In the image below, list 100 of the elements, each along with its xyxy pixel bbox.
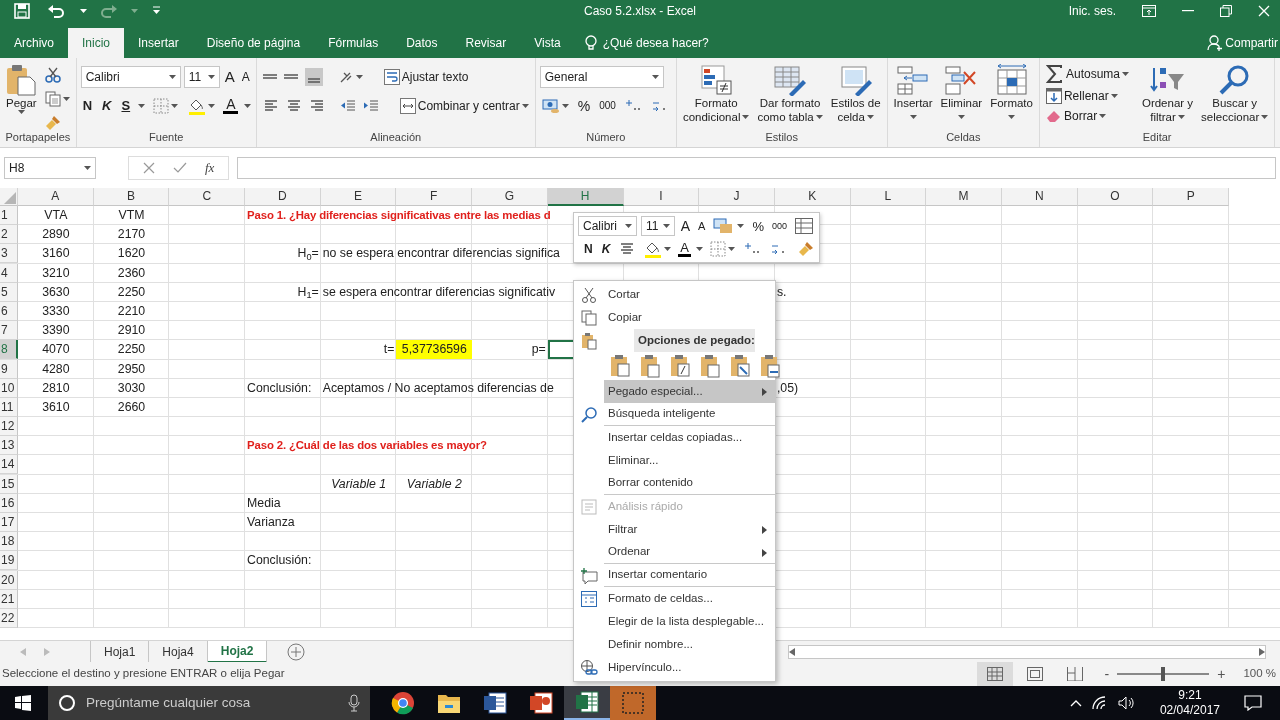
percent-button[interactable]: % [575,97,593,114]
taskbar-search-field[interactable]: Pregúntame cualquier cosa [48,686,370,720]
paste-button[interactable]: Pegar [4,62,39,130]
formula-field[interactable] [237,157,1276,179]
horizontal-scrollbar[interactable] [788,644,1266,659]
menu-item[interactable]: Formato de celdas... [604,587,775,610]
row-header[interactable]: 8 [0,340,18,360]
bold-button[interactable]: N [582,242,595,256]
column-header[interactable]: K [774,188,851,206]
thousands-button[interactable]: 000 [769,220,789,232]
column-header[interactable]: A [18,188,94,206]
find-select-button[interactable]: Buscar y seleccionar [1199,62,1271,130]
ribbon-tab[interactable]: Inicio [68,28,125,58]
row-header[interactable]: 3 [0,244,18,264]
sheet-tab[interactable]: Hoja2 [207,640,268,663]
borders-button[interactable] [151,96,181,115]
paste-option-button[interactable] [608,354,632,378]
row-header[interactable]: 15 [0,474,18,494]
column-header[interactable]: B [93,188,170,206]
normal-view-button[interactable] [976,662,1013,686]
row-header[interactable]: 19 [0,551,18,571]
align-top-button[interactable] [260,73,279,80]
undo-button[interactable] [46,3,66,19]
add-sheet-button[interactable] [285,641,308,662]
borders-button[interactable] [708,240,737,258]
ribbon-tab[interactable]: Datos [392,28,452,58]
menu-item[interactable]: Ordenar [604,541,775,564]
menu-item[interactable]: Definir nombre... [604,633,775,656]
row-header[interactable]: 1 [0,206,18,225]
row-header[interactable]: 12 [0,417,18,437]
column-header[interactable]: N [1001,188,1078,206]
column-header[interactable]: L [850,188,927,206]
slider-thumb[interactable] [1161,667,1166,681]
menu-item[interactable]: Insertar comentario [604,564,775,587]
column-header[interactable]: I [623,188,700,206]
underline-button[interactable]: S [119,98,133,113]
row-header[interactable]: 17 [0,513,18,532]
ribbon-tab[interactable]: Revisar [451,28,521,58]
menu-item[interactable]: Borrar contenido [604,472,775,495]
table-button[interactable] [793,217,815,235]
clear-button[interactable]: Borrar [1043,108,1136,124]
sort-filter-button[interactable]: Ordenar y filtrar [1139,62,1196,130]
tell-me-field[interactable]: ¿Qué desea hacer? [574,28,719,58]
autosum-button[interactable]: Autosuma [1043,64,1136,84]
ribbon-tab[interactable]: Archivo [0,28,68,58]
font-size-select[interactable]: 11 [183,65,220,88]
align-middle-button[interactable] [281,73,300,80]
column-header[interactable]: G [472,188,548,206]
format-button[interactable]: Formato [988,62,1035,130]
table-button[interactable]: Dar formato como tabla [755,62,825,130]
row-header[interactable]: 2 [0,225,18,245]
grow-font-button[interactable]: A [678,218,693,234]
italic-button[interactable]: K [599,242,613,256]
save-button[interactable] [12,2,32,20]
column-header[interactable]: C [169,188,246,206]
number-format-select[interactable]: General [539,65,664,88]
taskbar-app-button[interactable] [564,686,610,720]
column-header[interactable]: E [320,188,397,206]
zoom-in-button[interactable]: + [1215,666,1228,682]
font-color-button[interactable]: A [678,241,691,257]
share-button[interactable]: Compartir [1205,28,1280,58]
row-header[interactable]: 18 [0,532,18,552]
menu-item[interactable]: Pegado especial... [604,380,775,403]
paste-option-button[interactable] [698,354,722,378]
row-header[interactable]: 9 [0,359,18,379]
paste-option-button[interactable] [668,354,692,378]
menu-item[interactable]: Filtrar [604,518,775,541]
menu-item[interactable]: Elegir de la lista desplegable... [604,610,775,633]
menu-item[interactable]: Búsqueda inteligente [604,403,775,426]
cellstyle-button[interactable]: Estilos de celda [828,62,883,130]
column-header[interactable]: F [396,188,473,206]
menu-item[interactable]: Insertar celdas copiadas... [604,426,775,449]
column-header[interactable]: J [699,188,775,206]
menu-item[interactable]: Hipervínculo... [604,656,775,679]
insert-button[interactable]: Insertar [891,62,935,130]
align-bottom-button[interactable] [302,66,325,87]
bold-button[interactable]: N [80,98,95,113]
font-family-select[interactable]: Calibri [578,216,638,236]
font-size-select[interactable]: 11 [641,216,675,236]
thousands-button[interactable]: 000 [597,99,618,112]
wrap-text-button[interactable]: Ajustar texto [381,67,471,86]
paste-option-button[interactable] [758,354,782,378]
font-family-select[interactable]: Calibri [80,65,181,88]
shrink-font-button[interactable]: A [239,69,252,84]
ribbon-tab[interactable]: Insertar [124,28,193,58]
ribbon-tab[interactable]: Fórmulas [314,28,393,58]
paste-option-button[interactable] [638,354,662,378]
column-header[interactable]: M [926,188,1002,206]
row-header[interactable]: 20 [0,570,18,590]
name-box[interactable]: H8 [4,157,96,179]
row-header[interactable]: 14 [0,455,18,475]
menu-item[interactable]: Copiar [604,306,775,329]
merge-center-button[interactable]: Combinar y centrar [397,96,531,115]
column-header[interactable]: O [1077,188,1154,206]
delete-button[interactable]: Eliminar [938,62,985,130]
column-header[interactable]: D [245,188,321,206]
ribbon-tab[interactable]: Vista [520,28,575,58]
column-header[interactable]: H [547,188,624,206]
row-header[interactable]: 4 [0,263,18,283]
insert-function-button[interactable]: fx [205,158,215,178]
